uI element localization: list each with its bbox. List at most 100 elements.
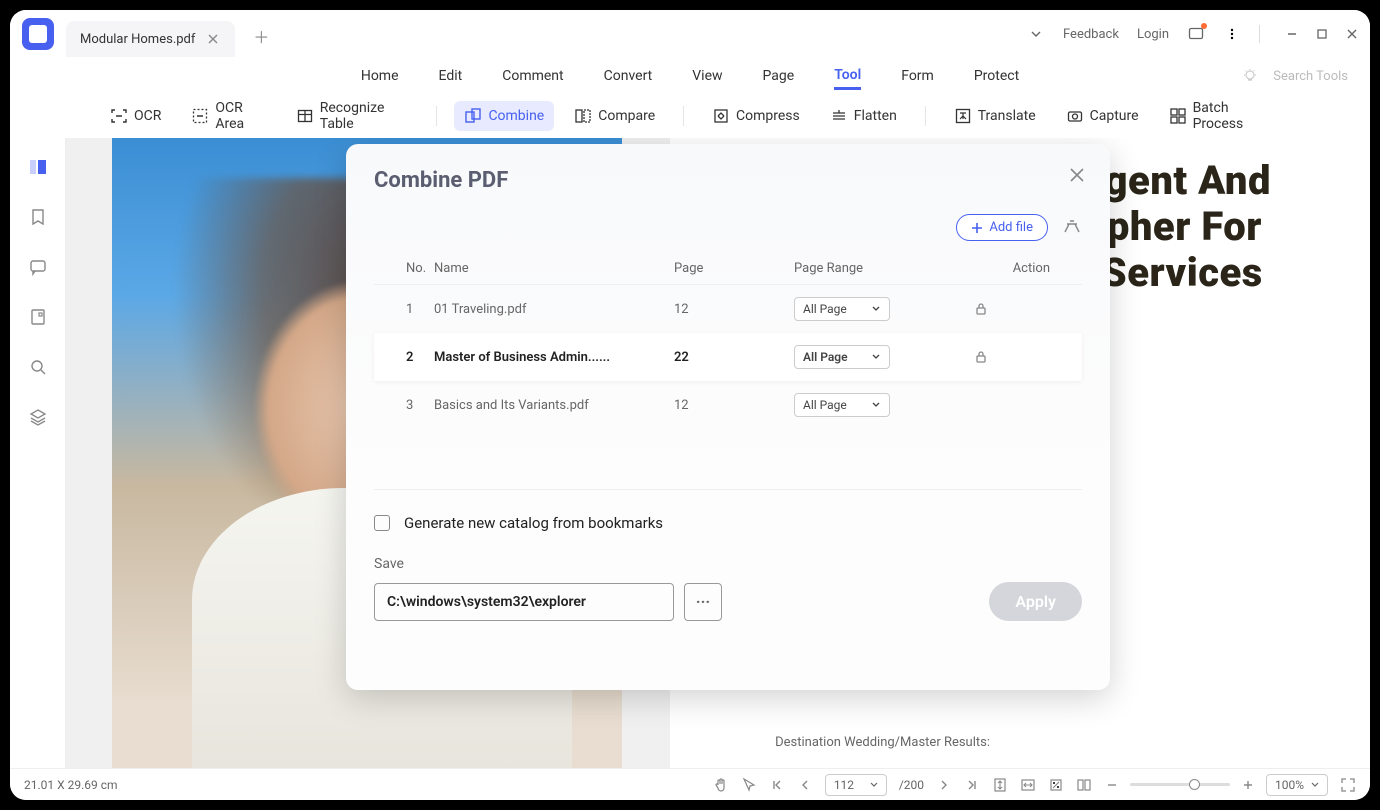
document-tab[interactable]: Modular Homes.pdf — [66, 21, 235, 57]
dialog-close-button[interactable] — [1068, 166, 1086, 184]
col-range: Page Range — [794, 261, 974, 276]
menu-form[interactable]: Form — [901, 64, 934, 88]
flatten-icon — [830, 107, 848, 125]
clear-list-icon[interactable] — [1062, 218, 1082, 238]
zoom-out-icon[interactable] — [1104, 777, 1120, 793]
last-page-icon[interactable] — [964, 777, 980, 793]
fit-width-icon[interactable] — [1020, 777, 1036, 793]
page-range-select[interactable]: All Page — [794, 345, 890, 369]
menu-page[interactable]: Page — [763, 64, 795, 88]
batch-icon — [1169, 107, 1187, 125]
apply-button[interactable]: Apply — [989, 582, 1082, 621]
tool-flatten[interactable]: Flatten — [820, 101, 907, 131]
table-row[interactable]: 1 01 Traveling.pdf 12 All Page — [374, 285, 1082, 333]
fit-percent-icon[interactable] — [1048, 777, 1064, 793]
menu-edit[interactable]: Edit — [439, 64, 463, 88]
tool-ocr-area[interactable]: OCR Area — [181, 94, 275, 138]
table-icon — [296, 107, 314, 125]
login-link[interactable]: Login — [1137, 27, 1169, 42]
tab-close-icon[interactable] — [205, 31, 221, 47]
more-icon[interactable] — [1223, 25, 1241, 43]
ocr-area-icon — [191, 107, 209, 125]
lock-icon — [974, 302, 1050, 316]
fullscreen-icon[interactable] — [1340, 777, 1356, 793]
document-viewport[interactable]: lligent And rapher For y Services Destin… — [66, 138, 1370, 768]
table-row[interactable]: 3 Basics and Its Variants.pdf 12 All Pag… — [374, 381, 1082, 429]
col-name: Name — [434, 261, 674, 276]
first-page-icon[interactable] — [769, 777, 785, 793]
hand-tool-icon[interactable] — [713, 777, 729, 793]
tool-batch-process[interactable]: Batch Process — [1159, 94, 1280, 138]
chevron-down-icon[interactable] — [1027, 25, 1045, 43]
new-tab-button[interactable]: ＋ — [253, 24, 269, 48]
tool-capture[interactable]: Capture — [1056, 101, 1149, 131]
next-page-icon[interactable] — [936, 777, 952, 793]
view-mode-icon[interactable] — [1076, 777, 1092, 793]
browse-button[interactable]: ··· — [684, 583, 722, 621]
save-path-input[interactable]: C:\windows\system32\explorer — [374, 583, 674, 621]
sidebar — [10, 138, 66, 768]
page-total: /200 — [899, 778, 924, 792]
page-range-select[interactable]: All Page — [794, 297, 890, 321]
attachment-icon[interactable] — [27, 306, 49, 328]
catalog-label: Generate new catalog from bookmarks — [404, 514, 663, 532]
lightbulb-icon[interactable] — [1241, 67, 1259, 85]
col-no: No. — [374, 261, 434, 276]
search-tools-input[interactable]: Search Tools — [1273, 69, 1348, 84]
zoom-in-icon[interactable] — [1240, 777, 1256, 793]
add-file-button[interactable]: Add file — [956, 214, 1048, 241]
col-page: Page — [674, 261, 794, 276]
catalog-checkbox[interactable] — [374, 515, 390, 531]
tool-compare[interactable]: Compare — [564, 101, 665, 131]
layers-icon[interactable] — [27, 406, 49, 428]
tool-recognize-table[interactable]: Recognize Table — [286, 94, 418, 138]
ocr-icon — [110, 107, 128, 125]
prev-page-icon[interactable] — [797, 777, 813, 793]
tool-translate[interactable]: Translate — [944, 101, 1046, 131]
zoom-slider[interactable] — [1130, 783, 1230, 786]
maximize-button[interactable] — [1316, 28, 1328, 40]
menu-convert[interactable]: Convert — [604, 64, 653, 88]
compare-icon — [574, 107, 592, 125]
combine-pdf-dialog: Combine PDF Add file No. N — [346, 144, 1110, 690]
zoom-input[interactable]: 100% — [1266, 774, 1328, 796]
menu-home[interactable]: Home — [361, 64, 399, 88]
col-action: Action — [974, 261, 1082, 276]
titlebar: Modular Homes.pdf ＋ Feedback Login — [10, 10, 1370, 58]
page-dimensions: 21.01 X 29.69 cm — [24, 778, 118, 792]
close-button[interactable] — [1346, 28, 1358, 40]
page-number-input[interactable]: 112 — [825, 774, 887, 796]
tab-title: Modular Homes.pdf — [80, 32, 195, 47]
search-icon[interactable] — [27, 356, 49, 378]
app-window: Modular Homes.pdf ＋ Feedback Login — [10, 10, 1370, 800]
bookmark-icon[interactable] — [27, 206, 49, 228]
fit-height-icon[interactable] — [992, 777, 1008, 793]
minimize-button[interactable] — [1286, 28, 1298, 40]
message-icon[interactable] — [1187, 25, 1205, 43]
table-row[interactable]: 2 Master of Business Admin...... 22 All … — [374, 333, 1082, 381]
comment-icon[interactable] — [27, 256, 49, 278]
menu-protect[interactable]: Protect — [974, 64, 1019, 88]
menubar: Home Edit Comment Convert View Page Tool… — [10, 58, 1370, 94]
compress-icon — [712, 107, 730, 125]
thumbnails-icon[interactable] — [27, 156, 49, 178]
document-caption: Destination Wedding/Master Results: — [775, 735, 990, 750]
tool-compress[interactable]: Compress — [702, 101, 810, 131]
file-table: No. Name Page Page Range Action 1 01 Tra… — [374, 253, 1082, 429]
menu-comment[interactable]: Comment — [502, 64, 563, 88]
tool-combine[interactable]: Combine — [454, 101, 554, 131]
page-range-select[interactable]: All Page — [794, 393, 890, 417]
toolbar: OCR OCR Area Recognize Table Combine Com… — [10, 94, 1370, 138]
menu-view[interactable]: View — [692, 64, 722, 88]
app-logo[interactable] — [22, 18, 54, 50]
feedback-link[interactable]: Feedback — [1063, 27, 1119, 42]
translate-icon — [954, 107, 972, 125]
combine-icon — [464, 107, 482, 125]
tool-ocr[interactable]: OCR — [100, 101, 171, 131]
select-tool-icon[interactable] — [741, 777, 757, 793]
lock-icon — [974, 350, 1050, 364]
camera-icon — [1066, 107, 1084, 125]
main-area: lligent And rapher For y Services Destin… — [10, 138, 1370, 768]
dialog-title: Combine PDF — [374, 168, 1082, 193]
menu-tool[interactable]: Tool — [834, 63, 861, 90]
